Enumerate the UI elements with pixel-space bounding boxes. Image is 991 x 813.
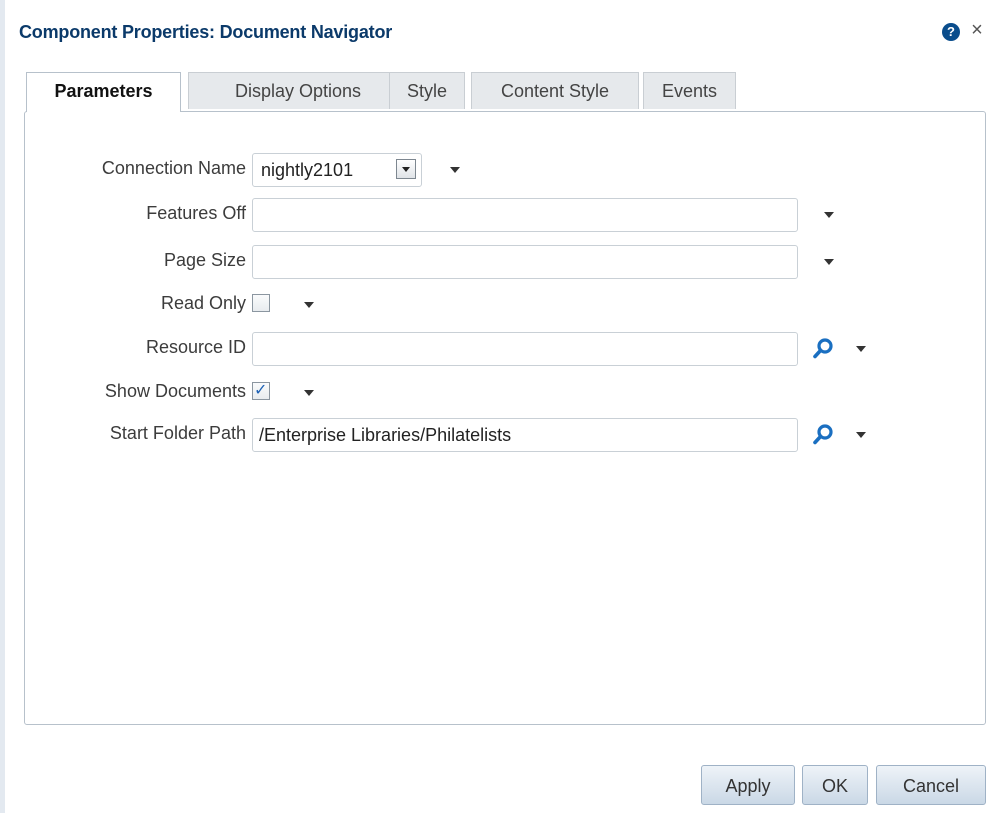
connection-name-menu-caret-icon[interactable] <box>448 163 462 177</box>
dialog-title: Component Properties: Document Navigator <box>19 22 393 42</box>
show-documents-menu-caret-icon[interactable] <box>302 386 316 400</box>
resource-id-label: Resource ID <box>145 337 246 357</box>
connection-name-select[interactable]: nightly2101 <box>252 153 422 187</box>
tab-display-options[interactable]: Display Options <box>188 72 408 109</box>
connection-name-value: nightly2101 <box>261 160 354 180</box>
dialog-left-edge <box>0 0 5 813</box>
show-documents-checkbox[interactable] <box>252 380 270 400</box>
chevron-down-icon[interactable] <box>396 159 416 179</box>
tab-parameters[interactable]: Parameters <box>26 72 181 112</box>
read-only-menu-caret-icon[interactable] <box>302 298 316 312</box>
apply-button[interactable]: Apply <box>701 765 795 805</box>
start-folder-path-label: Start Folder Path <box>109 423 246 443</box>
tab-style[interactable]: Style <box>389 72 465 109</box>
cancel-button[interactable]: Cancel <box>876 765 986 805</box>
features-off-label: Features Off <box>146 203 246 223</box>
start-folder-path-input[interactable]: /Enterprise Libraries/Philatelists <box>252 418 798 452</box>
start-folder-path-menu-caret-icon[interactable] <box>854 428 868 442</box>
features-off-menu-caret-icon[interactable] <box>822 208 836 222</box>
search-icon[interactable] <box>812 337 834 359</box>
resource-id-input[interactable] <box>252 332 798 366</box>
page-size-input[interactable] <box>252 245 798 279</box>
tab-events[interactable]: Events <box>643 72 736 109</box>
features-off-input[interactable] <box>252 198 798 232</box>
search-icon[interactable] <box>812 423 834 445</box>
component-properties-dialog: Component Properties: Document Navigator… <box>0 0 991 813</box>
read-only-checkbox[interactable] <box>252 294 270 312</box>
ok-button[interactable]: OK <box>802 765 868 805</box>
tab-content-style[interactable]: Content Style <box>471 72 639 109</box>
connection-name-label: Connection Name <box>101 158 246 178</box>
help-icon[interactable]: ? <box>942 23 960 41</box>
close-icon[interactable]: × <box>967 19 987 41</box>
page-size-label: Page Size <box>163 250 246 270</box>
read-only-label: Read Only <box>160 293 246 313</box>
resource-id-menu-caret-icon[interactable] <box>854 342 868 356</box>
page-size-menu-caret-icon[interactable] <box>822 255 836 269</box>
show-documents-label: Show Documents <box>104 381 246 401</box>
